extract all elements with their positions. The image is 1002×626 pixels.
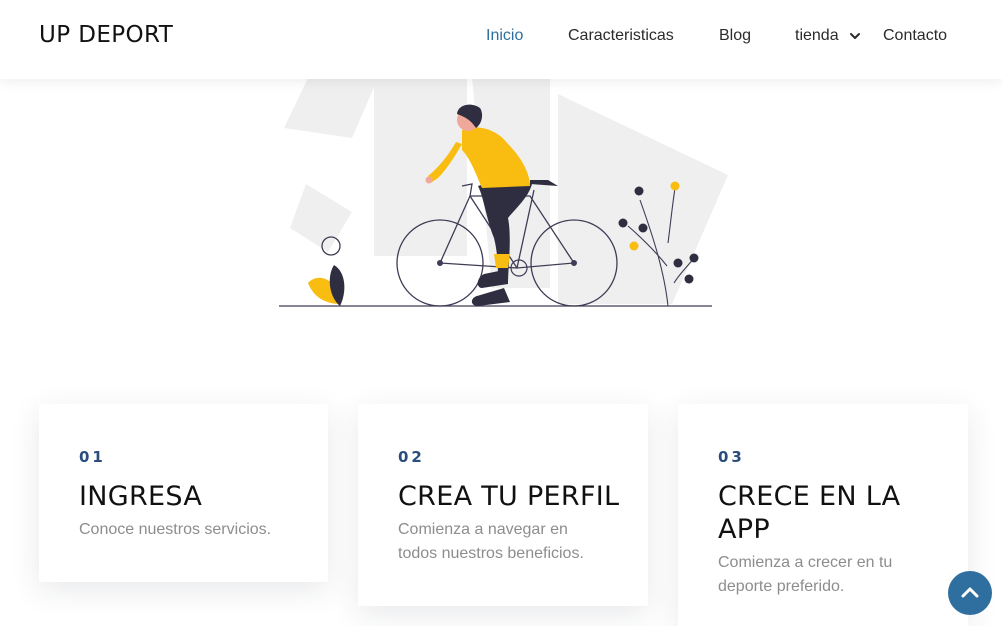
chevron-up-icon	[961, 587, 979, 598]
feature-card-3: 03 CRECE EN LA APP Comienza a crecer en …	[678, 404, 968, 626]
card-title: CRECE EN LA APP	[718, 481, 901, 545]
card-title: INGRESA	[79, 481, 203, 512]
card-description: Conoce nuestros servicios.	[79, 521, 272, 538]
card-description: Comienza a navegar en todos nuestros ben…	[398, 521, 584, 562]
brand-logo[interactable]: UP DEPORT	[39, 22, 173, 48]
nav-item-contacto[interactable]: Contacto	[883, 27, 947, 45]
nav-item-tienda[interactable]: tienda	[795, 27, 861, 45]
card-description: Comienza a crecer en tu deporte preferid…	[718, 554, 893, 595]
nav-item-tienda-label: tienda	[795, 27, 839, 44]
card-number: 01	[79, 448, 106, 466]
nav-item-caracteristicas[interactable]: Caracteristicas	[568, 27, 674, 45]
card-number: 03	[718, 448, 745, 466]
nav-item-blog[interactable]: Blog	[719, 27, 751, 45]
navbar: UP DEPORT Inicio Caracteristicas Blog ti…	[0, 0, 1002, 79]
scroll-top-button[interactable]	[948, 571, 992, 615]
feature-card-2: 02 CREA TU PERFIL Comienza a navegar en …	[358, 404, 648, 606]
feature-card-1: 01 INGRESA Conoce nuestros servicios.	[39, 404, 328, 582]
hero-illustration	[272, 78, 742, 314]
card-title: CREA TU PERFIL	[398, 481, 620, 512]
cyclist-illustration	[279, 78, 728, 307]
nav-item-inicio[interactable]: Inicio	[486, 27, 523, 45]
chevron-down-icon	[850, 32, 861, 39]
card-number: 02	[398, 448, 425, 466]
